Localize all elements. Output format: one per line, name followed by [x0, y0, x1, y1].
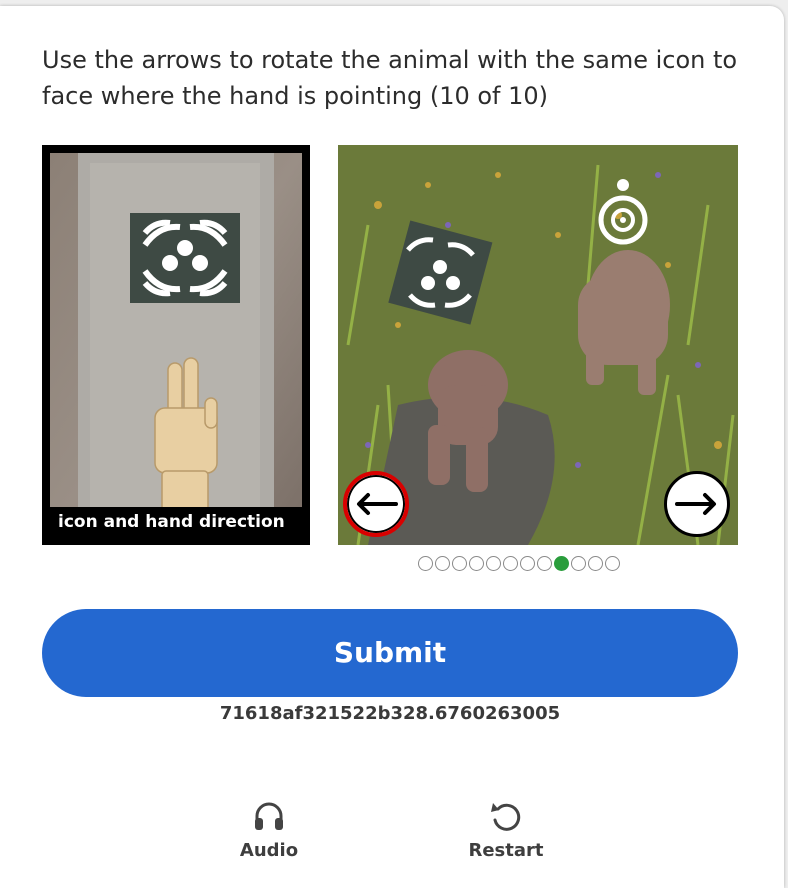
- restart-button[interactable]: Restart: [446, 800, 566, 861]
- session-id: 71618af321522b328.6760263005: [219, 703, 561, 724]
- carousel-dot: [554, 556, 569, 571]
- carousel-dot: [571, 556, 586, 571]
- reference-illustration: [50, 153, 302, 537]
- carousel-dot: [503, 556, 518, 571]
- carousel-dot: [452, 556, 467, 571]
- carousel-dot: [486, 556, 501, 571]
- arrow-right-icon: [675, 493, 716, 515]
- icon-tile: [130, 213, 240, 303]
- rotate-right-button[interactable]: [664, 471, 730, 537]
- carousel-dot: [588, 556, 603, 571]
- restart-label: Restart: [468, 840, 544, 861]
- instruction-text: Use the arrows to rotate the animal with…: [42, 46, 738, 110]
- carousel-dot: [520, 556, 535, 571]
- carousel-dot: [435, 556, 450, 571]
- carousel-dots: [418, 556, 620, 574]
- carousel-dot: [469, 556, 484, 571]
- audio-label: Audio: [239, 840, 299, 861]
- carousel-dot: [537, 556, 552, 571]
- rotate-left-button[interactable]: [343, 471, 409, 537]
- reference-image: icon and hand direction: [42, 145, 310, 545]
- submit-button[interactable]: Submit: [42, 609, 738, 697]
- reference-caption: icon and hand direction: [50, 507, 302, 537]
- carousel-dot: [605, 556, 620, 571]
- audio-button[interactable]: Audio: [209, 800, 329, 861]
- arrow-left-icon: [357, 493, 398, 515]
- carousel-dot: [418, 556, 433, 571]
- restart-icon: [491, 803, 521, 831]
- headphones-icon: [255, 802, 283, 830]
